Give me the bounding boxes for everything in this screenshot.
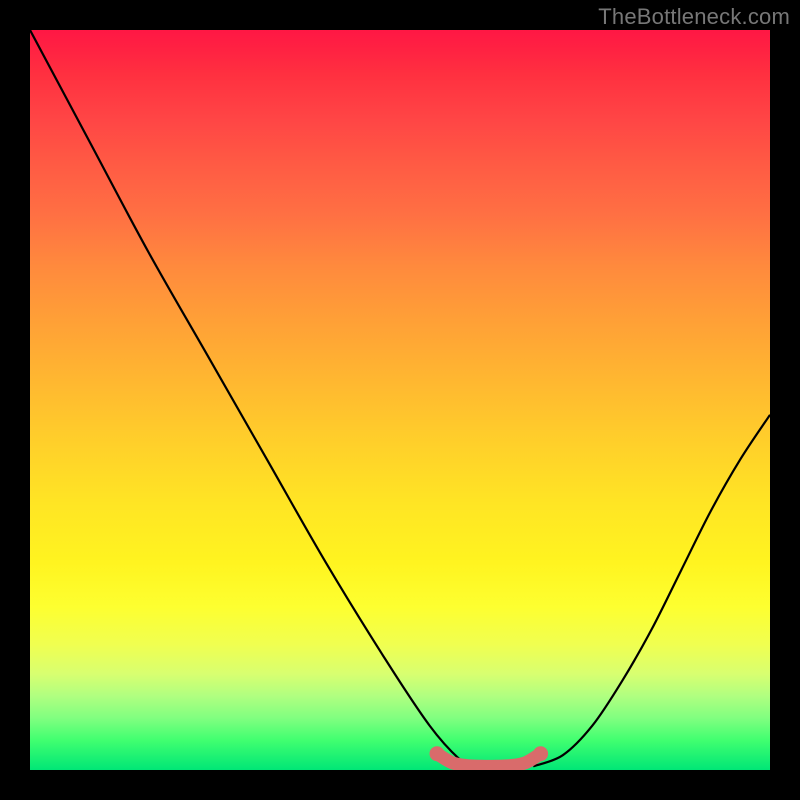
optimal-band-endpoint — [430, 746, 445, 761]
curve-left — [30, 30, 474, 766]
optimal-band — [437, 754, 541, 767]
curve-right — [533, 415, 770, 767]
curve-layer — [30, 30, 770, 766]
chart-svg — [30, 30, 770, 770]
chart-gradient-area — [30, 30, 770, 770]
watermark-text: TheBottleneck.com — [598, 4, 790, 30]
optimal-band-endpoint — [533, 746, 548, 761]
